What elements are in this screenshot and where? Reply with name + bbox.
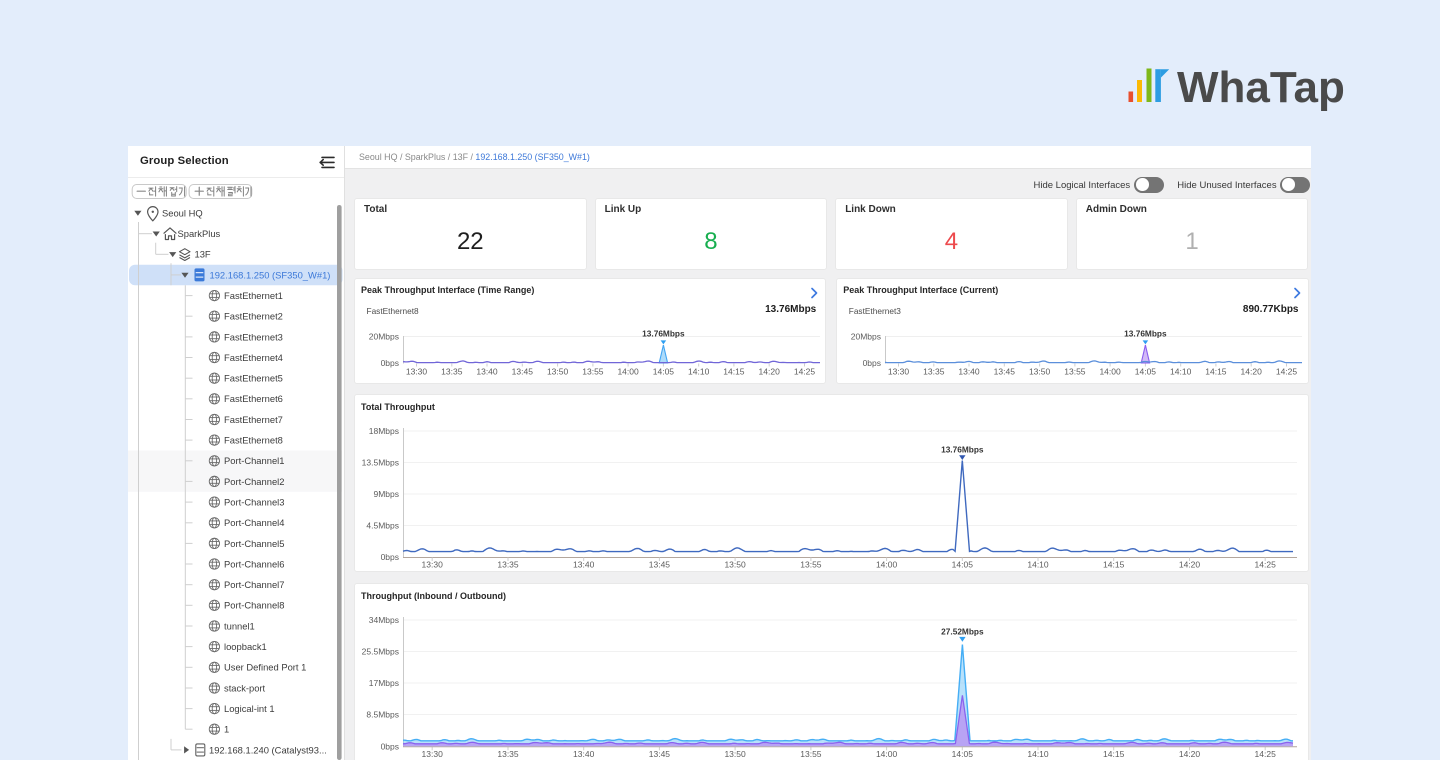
svg-text:13:55: 13:55 [582,366,604,376]
svg-text:FastEthernet1: FastEthernet1 [224,290,283,301]
svg-text:13:40: 13:40 [476,366,498,376]
svg-text:FastEthernet7: FastEthernet7 [224,414,283,425]
svg-text:FastEthernet6: FastEthernet6 [224,393,283,404]
svg-text:13:45: 13:45 [649,749,671,759]
svg-text:13.76Mbps: 13.76Mbps [941,445,984,455]
svg-text:13:35: 13:35 [923,366,945,376]
svg-text:Port-Channel5: Port-Channel5 [224,538,284,549]
svg-text:14:05: 14:05 [952,560,974,570]
svg-text:SparkPlus: SparkPlus [178,228,221,239]
svg-text:14:25: 14:25 [794,366,816,376]
svg-text:14:25: 14:25 [1255,749,1277,759]
svg-text:9Mbps: 9Mbps [373,489,399,499]
svg-text:4.5Mbps: 4.5Mbps [366,521,399,531]
svg-text:Port-Channel8: Port-Channel8 [224,600,284,611]
svg-text:14:15: 14:15 [1103,560,1125,570]
svg-text:FastEthernet8: FastEthernet8 [224,435,283,446]
svg-text:13:30: 13:30 [422,560,444,570]
svg-text:13:55: 13:55 [1065,366,1087,376]
svg-text:Port-Channel3: Port-Channel3 [224,497,284,508]
svg-text:stack-port: stack-port [224,682,266,693]
svg-text:13:50: 13:50 [724,749,746,759]
svg-text:loopback1: loopback1 [224,641,267,652]
svg-text:13.5Mbps: 13.5Mbps [362,458,399,468]
svg-text:13:55: 13:55 [800,749,822,759]
svg-text:Port-Channel2: Port-Channel2 [224,476,284,487]
svg-text:FastEthernet5: FastEthernet5 [224,373,283,384]
svg-text:14:00: 14:00 [876,560,898,570]
svg-text:0bps: 0bps [863,358,881,368]
svg-text:14:25: 14:25 [1255,560,1277,570]
svg-text:13F: 13F [195,249,211,260]
svg-text:14:10: 14:10 [1170,366,1192,376]
svg-text:14:05: 14:05 [952,749,974,759]
svg-text:14:20: 14:20 [1241,366,1263,376]
svg-text:14:10: 14:10 [1027,560,1049,570]
svg-text:Port-Channel6: Port-Channel6 [224,558,284,569]
svg-text:14:25: 14:25 [1276,366,1298,376]
svg-text:192.168.1.240 (Catalyst93...: 192.168.1.240 (Catalyst93... [209,744,327,755]
svg-text:20Mbps: 20Mbps [851,331,881,341]
svg-text:Port-Channel1: Port-Channel1 [224,455,284,466]
svg-text:14:20: 14:20 [1179,749,1201,759]
svg-text:13:30: 13:30 [888,366,910,376]
svg-text:0bps: 0bps [381,741,399,751]
svg-text:WhaTap: WhaTap [1177,64,1345,112]
svg-text:13:40: 13:40 [573,749,595,759]
svg-text:0bps: 0bps [381,552,399,562]
svg-text:FastEthernet4: FastEthernet4 [224,352,283,363]
svg-text:Port-Channel4: Port-Channel4 [224,517,284,528]
svg-text:20Mbps: 20Mbps [369,331,399,341]
svg-text:14:00: 14:00 [617,366,639,376]
svg-text:13.76Mbps: 13.76Mbps [642,328,685,338]
svg-text:14:00: 14:00 [876,749,898,759]
svg-text:13:40: 13:40 [959,366,981,376]
svg-text:14:15: 14:15 [1103,749,1125,759]
svg-text:14:15: 14:15 [723,366,745,376]
svg-text:13:30: 13:30 [422,749,444,759]
svg-text:13:35: 13:35 [497,560,519,570]
svg-text:14:20: 14:20 [1179,560,1201,570]
svg-text:Logical-int 1: Logical-int 1 [224,703,275,714]
svg-text:8.5Mbps: 8.5Mbps [366,710,399,720]
svg-text:13:35: 13:35 [441,366,463,376]
svg-text:14:10: 14:10 [688,366,710,376]
svg-text:13.76Mbps: 13.76Mbps [1124,328,1167,338]
svg-text:0bps: 0bps [381,358,399,368]
svg-text:13:55: 13:55 [800,560,822,570]
svg-text:13:50: 13:50 [1029,366,1051,376]
svg-text:17Mbps: 17Mbps [369,678,399,688]
svg-text:13:35: 13:35 [497,749,519,759]
svg-text:Port-Channel7: Port-Channel7 [224,579,284,590]
svg-text:18Mbps: 18Mbps [369,426,399,436]
svg-text:1: 1 [224,724,229,735]
svg-text:27.52Mbps: 27.52Mbps [941,627,984,637]
svg-text:192.168.1.250 (SF350_W#1): 192.168.1.250 (SF350_W#1) [210,269,331,280]
svg-text:User Defined Port 1: User Defined Port 1 [224,662,306,673]
svg-text:25.5Mbps: 25.5Mbps [362,647,399,657]
svg-text:13:40: 13:40 [573,560,595,570]
svg-text:Seoul HQ: Seoul HQ [162,207,203,218]
svg-text:13:30: 13:30 [406,366,428,376]
svg-text:13:45: 13:45 [649,560,671,570]
svg-text:13:50: 13:50 [724,560,746,570]
svg-text:14:00: 14:00 [1100,366,1122,376]
svg-text:tunnel1: tunnel1 [224,620,255,631]
svg-text:34Mbps: 34Mbps [369,615,399,625]
svg-text:13:45: 13:45 [512,366,534,376]
svg-text:14:10: 14:10 [1027,749,1049,759]
svg-text:14:20: 14:20 [759,366,781,376]
svg-text:14:05: 14:05 [1135,366,1157,376]
svg-text:14:05: 14:05 [653,366,675,376]
svg-text:FastEthernet2: FastEthernet2 [224,311,283,322]
svg-text:13:50: 13:50 [547,366,569,376]
svg-text:13:45: 13:45 [994,366,1016,376]
svg-text:14:15: 14:15 [1206,366,1228,376]
svg-text:FastEthernet3: FastEthernet3 [224,331,283,342]
